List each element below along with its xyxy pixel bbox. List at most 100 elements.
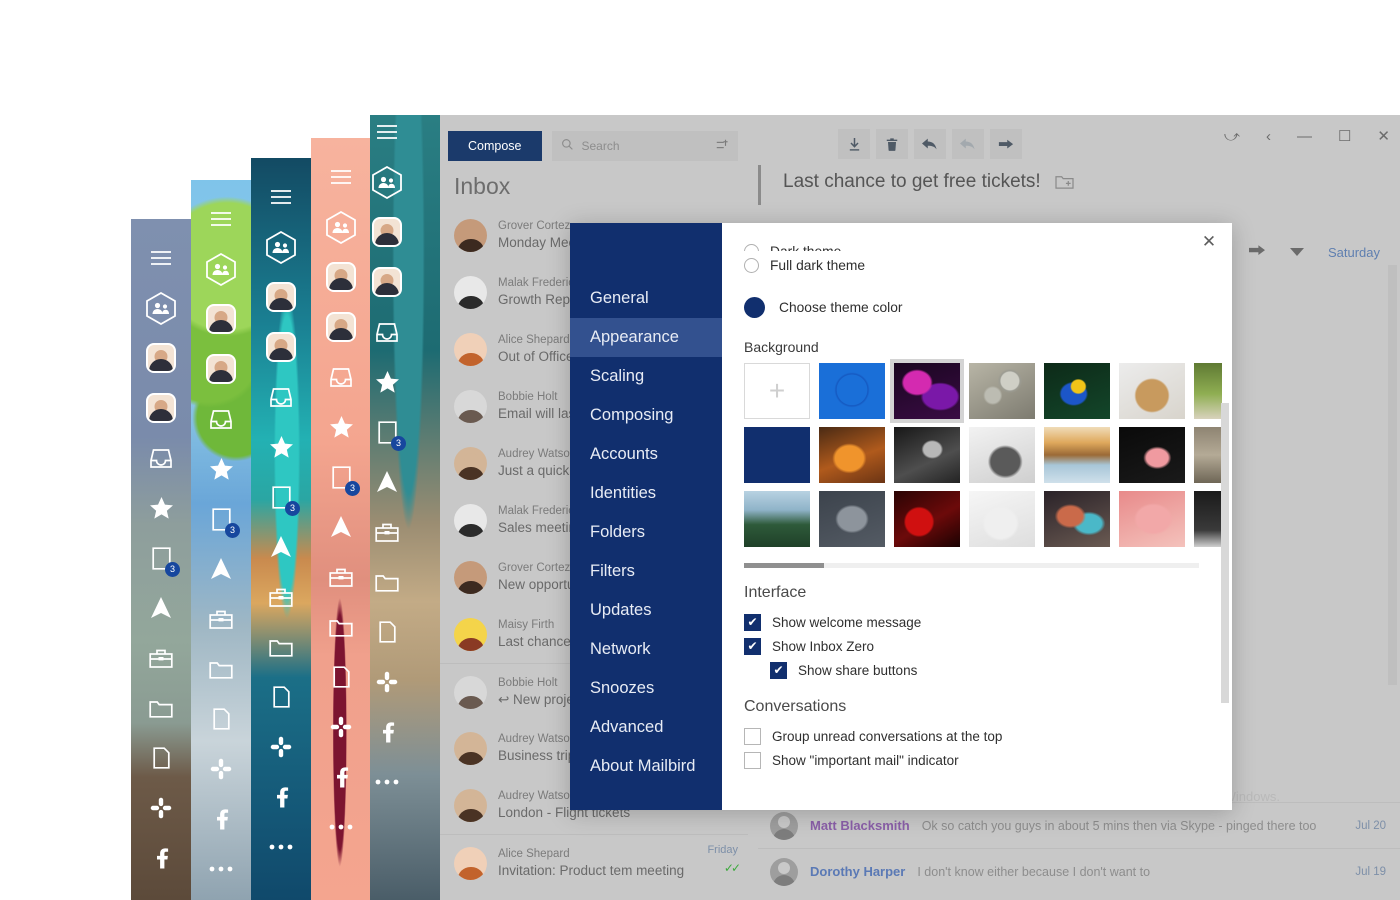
conversation-row[interactable]: Dorothy Harper I don't know either becau… (758, 848, 1400, 894)
sort-filter-icon[interactable] (715, 138, 729, 155)
inbox-icon[interactable] (324, 360, 358, 394)
contacts-hex-icon[interactable] (144, 291, 178, 325)
inbox-icon[interactable] (144, 441, 178, 475)
checkbox[interactable] (744, 751, 761, 769)
starred-icon[interactable] (204, 452, 238, 486)
attachments-icon[interactable] (264, 680, 298, 714)
folders-icon[interactable] (204, 652, 238, 686)
app-account-avatar-1[interactable] (370, 215, 404, 249)
more-icon[interactable] (324, 810, 358, 844)
account-avatar-1[interactable] (264, 280, 298, 314)
contacts-hex-icon[interactable] (324, 210, 358, 244)
radio-full-dark-theme[interactable] (744, 258, 759, 273)
more-icon[interactable] (264, 830, 298, 864)
background-grid[interactable]: + (744, 359, 1222, 547)
settings-nav-item-scaling[interactable]: Scaling (570, 357, 722, 396)
starred-icon[interactable] (144, 491, 178, 525)
checkbox-row[interactable]: ✔ Show share buttons (744, 658, 1210, 682)
app-inbox-icon[interactable] (370, 315, 404, 349)
drafts-icon[interactable]: 3 (324, 460, 360, 496)
settings-nav-item-advanced[interactable]: Advanced (570, 708, 722, 747)
attachments-icon[interactable] (144, 741, 178, 775)
background-green-leaf-cut[interactable] (1194, 363, 1222, 419)
choose-theme-color-row[interactable]: Choose theme color (744, 297, 1210, 318)
app-starred-icon[interactable] (370, 365, 404, 399)
slack-icon[interactable] (324, 710, 358, 744)
hamburger-menu-icon[interactable] (264, 180, 298, 214)
contacts-hex-icon[interactable] (204, 252, 238, 286)
compose-button[interactable]: Compose (448, 131, 542, 161)
background-red-circuit-board[interactable] (894, 491, 960, 547)
background-gears-machinery[interactable] (969, 363, 1035, 419)
facebook-icon[interactable] (264, 780, 298, 814)
full-dark-theme-row[interactable]: Full dark theme (744, 253, 1210, 278)
app-drafts-icon[interactable]: 3 (370, 415, 406, 451)
app-sent-icon[interactable] (370, 465, 404, 499)
facebook-icon[interactable] (144, 841, 178, 875)
facebook-icon[interactable] (324, 760, 358, 794)
settings-nav-item-composing[interactable]: Composing (570, 396, 722, 435)
theme-color-swatch[interactable] (744, 297, 765, 318)
account-avatar-2[interactable] (144, 391, 178, 425)
background-howling-wolf[interactable] (969, 427, 1035, 483)
settings-nav-item-snoozes[interactable]: Snoozes (570, 669, 722, 708)
background-dog-on-beach[interactable] (1044, 427, 1110, 483)
drafts-icon[interactable]: 3 (204, 502, 240, 538)
background-autumn-leaves[interactable] (819, 427, 885, 483)
account-avatar-2[interactable] (204, 352, 238, 386)
inbox-icon[interactable] (264, 380, 298, 414)
more-icon[interactable] (204, 852, 238, 886)
strip-theme-spring-leaves[interactable]: 3 (191, 180, 251, 900)
app-archive-icon[interactable] (370, 515, 404, 549)
app-hamburger-menu-icon[interactable] (370, 115, 404, 149)
checkbox[interactable]: ✔ (744, 637, 761, 655)
sent-icon[interactable] (144, 591, 178, 625)
search-input[interactable]: Search (551, 131, 738, 161)
background-magenta-abstract[interactable] (890, 359, 964, 423)
account-avatar-1[interactable] (144, 341, 178, 375)
account-avatar-2[interactable] (324, 310, 358, 344)
account-avatar-1[interactable] (324, 260, 358, 294)
settings-nav-item-appearance[interactable]: Appearance (570, 318, 722, 357)
checkbox-row[interactable]: Group unread conversations at the top (744, 724, 1210, 748)
reading-pane-scrollbar[interactable] (1388, 265, 1397, 685)
attachments-icon[interactable] (324, 660, 358, 694)
contacts-hex-icon[interactable] (264, 230, 298, 264)
app-folders-icon[interactable] (370, 565, 404, 599)
radio-dark-theme[interactable] (744, 244, 759, 251)
settings-nav-item-accounts[interactable]: Accounts (570, 435, 722, 474)
background-blue-macaw[interactable] (1044, 363, 1110, 419)
slack-icon[interactable] (204, 752, 238, 786)
archive-icon[interactable] (324, 560, 358, 594)
app-slack-icon[interactable] (370, 665, 404, 699)
drafts-icon[interactable]: 3 (264, 480, 300, 516)
slack-icon[interactable] (144, 791, 178, 825)
settings-nav-item-filters[interactable]: Filters (570, 552, 722, 591)
background-dark-cut[interactable] (1194, 491, 1222, 547)
background-white-cat[interactable] (969, 491, 1035, 547)
add-background-tile[interactable]: + (744, 363, 810, 419)
close-icon[interactable]: ✕ (1196, 229, 1222, 255)
background-pink-rose[interactable] (1119, 491, 1185, 547)
settings-nav-item-updates[interactable]: Updates (570, 591, 722, 630)
strip-theme-slate[interactable]: 3 (131, 219, 191, 900)
background-golden-doodle-dog[interactable] (1119, 363, 1185, 419)
facebook-icon[interactable] (204, 802, 238, 836)
app-account-avatar-2[interactable] (370, 265, 404, 299)
settings-nav-item-about-mailbird[interactable]: About Mailbird (570, 747, 722, 786)
forward-icon[interactable] (1248, 243, 1266, 262)
hamburger-menu-icon[interactable] (144, 241, 178, 275)
attachments-icon[interactable] (204, 702, 238, 736)
background-tree-bark-cut[interactable] (1194, 427, 1222, 483)
folders-icon[interactable] (324, 610, 358, 644)
settings-nav-item-folders[interactable]: Folders (570, 513, 722, 552)
checkbox[interactable] (744, 727, 761, 745)
dark-theme-row-clipped[interactable]: Dark theme (744, 239, 1210, 251)
app-more-icon[interactable] (370, 765, 404, 799)
starred-icon[interactable] (264, 430, 298, 464)
account-avatar-2[interactable] (264, 330, 298, 364)
checkbox-row[interactable]: Show "important mail" indicator (744, 748, 1210, 772)
folders-icon[interactable] (264, 630, 298, 664)
checkbox-row[interactable]: ✔ Show welcome message (744, 610, 1210, 634)
sent-icon[interactable] (204, 552, 238, 586)
